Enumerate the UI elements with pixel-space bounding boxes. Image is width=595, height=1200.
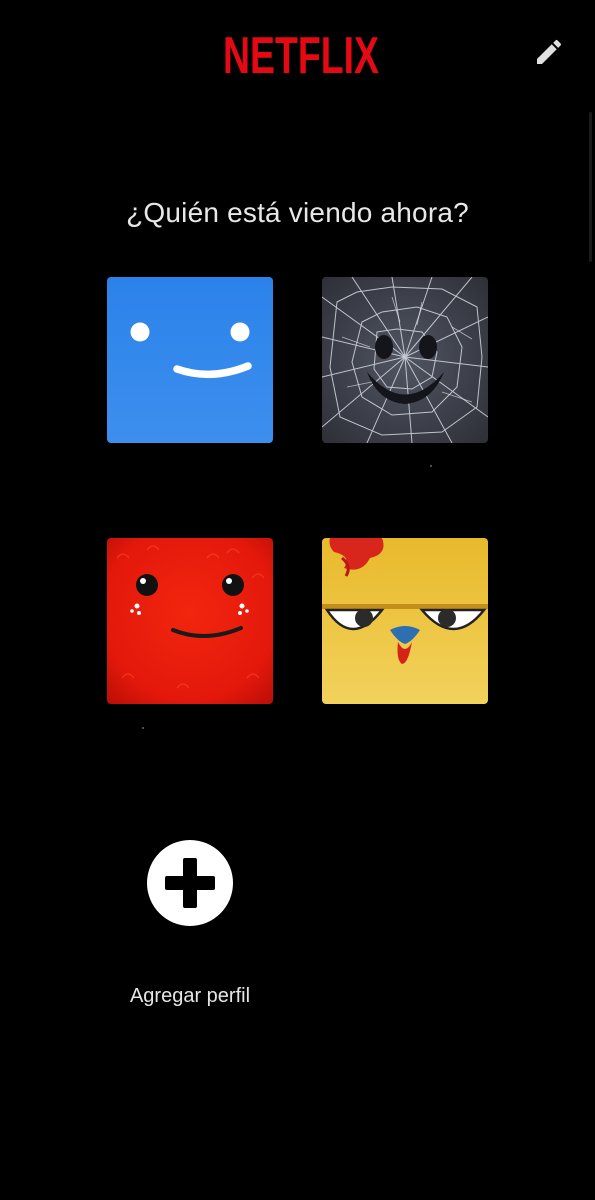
profile-tile-1[interactable]	[107, 277, 273, 443]
shattered-glass-smiley-avatar	[322, 277, 488, 443]
profile-tile-2[interactable]	[322, 277, 488, 443]
red-fluffy-monster-avatar	[107, 538, 273, 704]
profile-name	[107, 452, 273, 466]
page-title: ¿Quién está viendo ahora?	[126, 197, 469, 228]
yellow-chicken-avatar	[322, 538, 488, 704]
profile-name	[107, 714, 273, 728]
profile-name	[322, 452, 488, 466]
app-header: NETFLIX	[0, 0, 595, 110]
pencil-icon	[537, 39, 562, 64]
profile-tile-3[interactable]	[107, 538, 273, 704]
profile-name	[322, 714, 488, 728]
edit-profiles-button[interactable]	[530, 34, 568, 70]
netflix-logo: NETFLIX	[222, 28, 380, 78]
netflix-logo-text: NETFLIX	[223, 28, 379, 78]
blue-smiley-avatar	[107, 277, 273, 443]
scrollbar	[589, 112, 592, 262]
add-profile-button[interactable]	[147, 840, 233, 926]
add-profile-label[interactable]: Agregar perfil	[90, 985, 290, 1008]
profile-tile-4[interactable]	[322, 538, 488, 704]
